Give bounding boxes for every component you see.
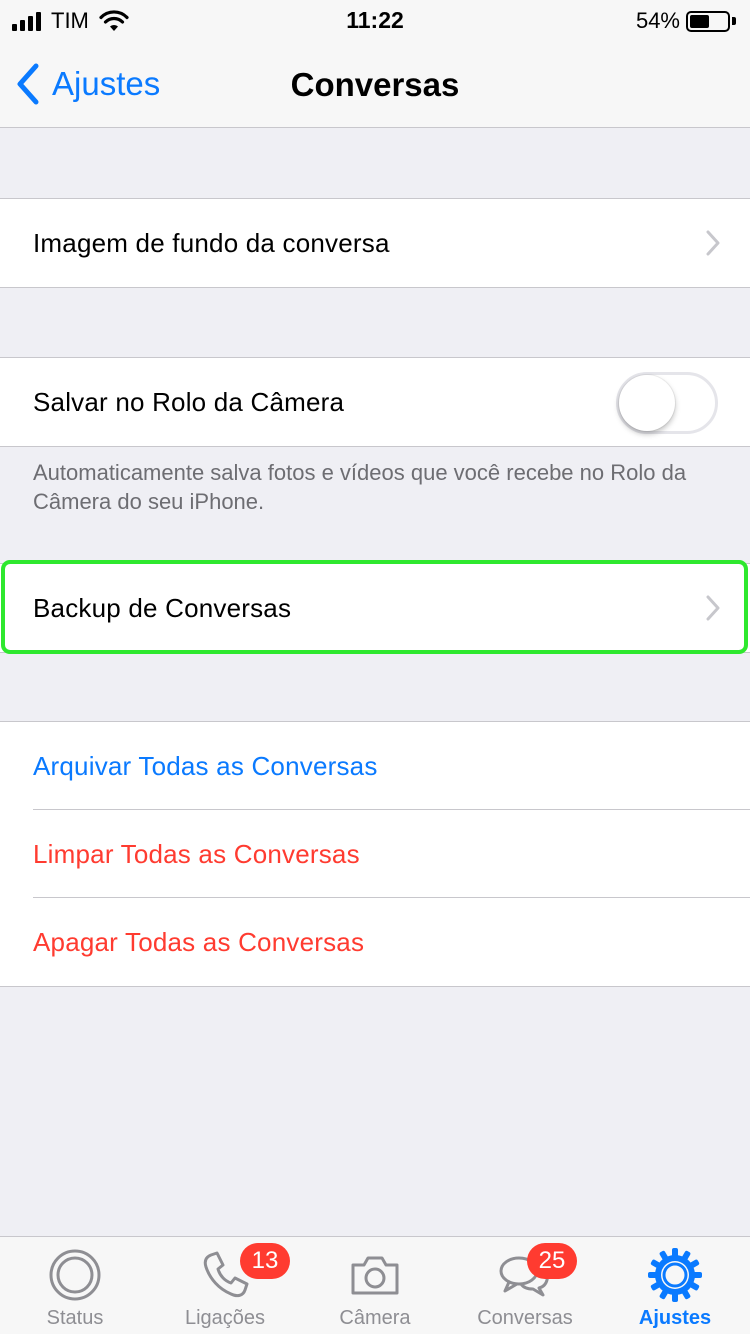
status-bar: TIM 11:22 54%: [0, 0, 750, 40]
chevron-right-icon: [706, 230, 720, 256]
chat-backup-label: Backup de Conversas: [33, 592, 292, 623]
calls-badge: 13: [240, 1243, 290, 1279]
navigation-bar: Ajustes Conversas: [0, 40, 750, 128]
clear-all-label: Limpar Todas as Conversas: [33, 838, 360, 869]
battery-percent: 54%: [635, 8, 680, 33]
backup-section: Backup de Conversas: [0, 563, 750, 653]
tab-label: Ligações: [184, 1307, 266, 1329]
settings-gear-icon: [648, 1248, 702, 1302]
save-camera-roll-label: Salvar no Rolo da Câmera: [33, 386, 345, 417]
tab-camera[interactable]: Câmera: [300, 1237, 450, 1334]
tab-status[interactable]: Status: [0, 1237, 150, 1334]
toggle-knob: [619, 375, 675, 431]
chat-backup-cell[interactable]: Backup de Conversas: [0, 564, 750, 652]
tab-label: Conversas: [477, 1307, 573, 1329]
tab-bar: Status 13 Ligações Câmera 25 Conversas A…: [0, 1236, 750, 1334]
page-title: Conversas: [290, 66, 460, 103]
tab-settings[interactable]: Ajustes: [600, 1237, 750, 1334]
save-camera-roll-toggle[interactable]: [616, 372, 718, 434]
chevron-right-icon: [706, 595, 720, 621]
archive-all-label: Arquivar Todas as Conversas: [33, 750, 378, 781]
delete-all-button[interactable]: Apagar Todas as Conversas: [0, 898, 750, 986]
camera-roll-section: Salvar no Rolo da Câmera: [0, 357, 750, 447]
tab-calls[interactable]: 13 Ligações: [150, 1237, 300, 1334]
save-camera-roll-footnote: Automaticamente salva fotos e vídeos que…: [33, 460, 687, 514]
status-right: 54%: [636, 8, 736, 34]
battery-level-fill: [690, 14, 709, 28]
wallpaper-section: Imagem de fundo da conversa: [0, 198, 750, 288]
archive-all-button[interactable]: Arquivar Todas as Conversas: [0, 722, 750, 810]
battery-cap: [732, 17, 736, 25]
status-icon: [49, 1249, 101, 1301]
wallpaper-cell[interactable]: Imagem de fundo da conversa: [0, 199, 750, 287]
tab-label: Câmera: [339, 1307, 411, 1329]
chats-badge: 25: [527, 1243, 577, 1279]
tab-chats[interactable]: 25 Conversas: [450, 1237, 600, 1334]
battery-icon: [686, 10, 730, 32]
save-camera-roll-cell: Salvar no Rolo da Câmera: [0, 358, 750, 446]
actions-section: Arquivar Todas as Conversas Limpar Todas…: [0, 721, 750, 987]
wallpaper-label: Imagem de fundo da conversa: [33, 227, 390, 258]
tab-label: Ajustes: [638, 1307, 712, 1329]
delete-all-label: Apagar Todas as Conversas: [33, 926, 365, 957]
tab-label: Status: [46, 1307, 104, 1329]
clear-all-button[interactable]: Limpar Todas as Conversas: [0, 810, 750, 898]
camera-icon: [351, 1256, 399, 1295]
